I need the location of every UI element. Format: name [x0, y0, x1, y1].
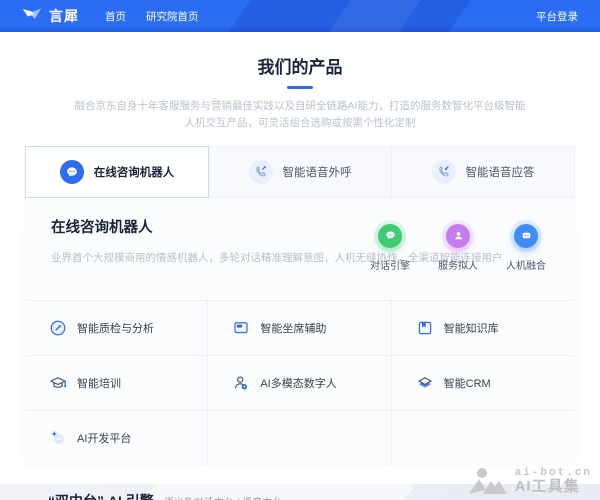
empty-cell [208, 411, 391, 466]
nav-item-home[interactable]: 首页 [105, 9, 126, 24]
feature-label: 对话引擎 [370, 257, 410, 272]
section-subtitle: 融合京东自身十年客服服务与营销最佳实践以及自研全链路AI能力，打造的服务数智化平… [72, 98, 528, 133]
product-quality-inspection[interactable]: 智能质检与分析 [25, 301, 208, 356]
sparkle-icon [49, 429, 67, 447]
aibot-logo-icon [469, 466, 509, 496]
brand-logo[interactable]: 言犀 [22, 6, 79, 27]
main-nav: 首页 研究院首页 [105, 9, 199, 24]
product-label: 智能知识库 [444, 320, 499, 336]
gauge-icon [49, 319, 67, 337]
tab-online-consult-robot[interactable]: 在线咨询机器人 [25, 146, 209, 198]
product-label: 智能培训 [77, 375, 121, 391]
tab-label: 在线咨询机器人 [94, 164, 175, 180]
digital-human-icon [232, 374, 250, 392]
product-label: 智能坐席辅助 [260, 320, 326, 336]
ai-engine-subtitle: 语义及对话中台 / 语音中台 [164, 494, 282, 500]
tab-label: 智能语音外呼 [283, 164, 352, 180]
product-label: AI开发平台 [77, 430, 131, 446]
section-title: 我们的产品 [0, 53, 600, 78]
yanxi-logo-icon [22, 6, 42, 27]
tab-voice-outbound[interactable]: 智能语音外呼 [209, 146, 392, 198]
product-smart-crm[interactable]: 智能CRM [392, 356, 575, 411]
product-label: 智能CRM [444, 375, 491, 391]
panel-intro: 在线咨询机器人 业界首个大规模商用的情感机器人，多轮对话精准理解意图，人机无缝协… [25, 198, 575, 300]
product-label: 智能质检与分析 [77, 320, 154, 336]
human-machine-icon [514, 224, 538, 248]
product-knowledge-base[interactable]: 智能知识库 [392, 301, 575, 356]
watermark: ai-bot.cn AI工具集 [469, 466, 592, 496]
product-smart-training[interactable]: 智能培训 [25, 356, 208, 411]
tab-voice-answer[interactable]: 智能语音应答 [392, 146, 575, 198]
watermark-name: AI工具集 [515, 479, 592, 496]
phone-incoming-icon [432, 160, 456, 184]
product-tabs: 在线咨询机器人 智能语音外呼 智能语音应答 [25, 146, 575, 198]
product-panel: 在线咨询机器人 业界首个大规模商用的情感机器人，多轮对话精准理解意图，人机无缝协… [25, 198, 575, 466]
monitor-icon [232, 319, 250, 337]
feature-human-machine: 人机融合 [499, 224, 553, 272]
brand-name: 言犀 [49, 6, 79, 26]
layers-icon [416, 374, 434, 392]
knowledge-book-icon [416, 319, 434, 337]
feature-label: 人机融合 [506, 257, 546, 272]
title-underline [287, 86, 313, 89]
chat-engine-icon [378, 224, 402, 248]
watermark-domain: ai-bot.cn [515, 467, 592, 479]
feature-label: 服务拟人 [438, 257, 478, 272]
product-grid: 智能质检与分析 智能坐席辅助 智能知识库 [25, 300, 575, 466]
graduation-cap-icon [49, 374, 67, 392]
feature-list: 对话引擎 服务拟人 [363, 224, 553, 272]
product-label: AI多模态数字人 [260, 375, 336, 391]
service-persona-icon [446, 224, 470, 248]
product-agent-assist[interactable]: 智能坐席辅助 [208, 301, 391, 356]
platform-login-button[interactable]: 平台登录 [536, 9, 578, 24]
product-ai-dev-platform[interactable]: AI开发平台 [25, 411, 208, 466]
page: 言犀 首页 研究院首页 平台登录 我们的产品 融合京东自身十年客服服务与营销最佳… [0, 0, 600, 500]
feature-dialog-engine: 对话引擎 [363, 224, 417, 272]
tab-label: 智能语音应答 [466, 164, 535, 180]
top-header: 言犀 首页 研究院首页 平台登录 [0, 0, 600, 32]
chat-bubble-icon [60, 160, 84, 184]
nav-item-research[interactable]: 研究院首页 [146, 9, 199, 24]
ai-engine-title: “双中台” AI 引擎 [48, 491, 154, 500]
product-digital-human[interactable]: AI多模态数字人 [208, 356, 391, 411]
empty-cell [392, 411, 575, 466]
phone-outgoing-icon [249, 160, 273, 184]
feature-service-persona: 服务拟人 [431, 224, 485, 272]
